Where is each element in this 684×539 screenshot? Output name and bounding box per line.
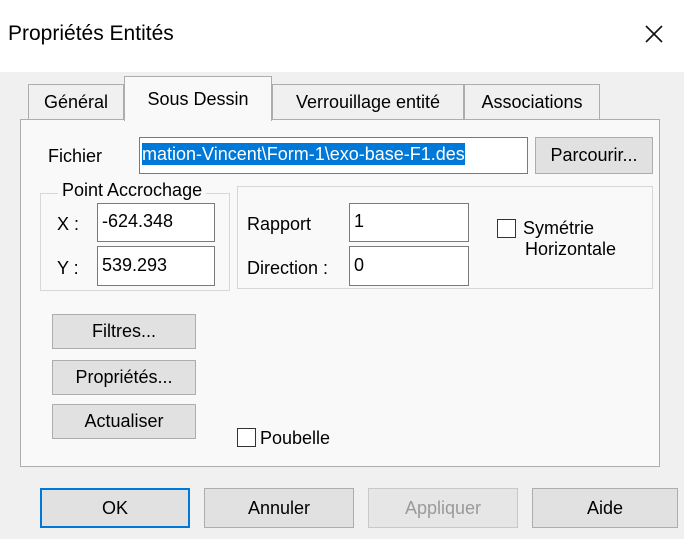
tab-sous-dessin[interactable]: Sous Dessin — [124, 76, 272, 121]
direction-label: Direction : — [247, 258, 329, 278]
tab-verrouillage-entite[interactable]: Verrouillage entité — [272, 84, 464, 120]
ratio-input[interactable]: 1 — [349, 203, 469, 242]
refresh-button[interactable]: Actualiser — [52, 404, 196, 439]
symmetry-checkbox[interactable] — [497, 219, 516, 238]
file-path-selected-text: mation-Vincent\Form-1\exo-base-F1.des — [142, 143, 465, 165]
symmetry-label-line1: Symétrie — [523, 218, 595, 238]
direction-input[interactable]: 0 — [349, 246, 469, 286]
close-icon — [645, 25, 663, 43]
symmetry-label-line2: Horizontale — [525, 239, 617, 259]
trash-label: Poubelle — [260, 428, 331, 448]
window-title: Propriétés Entités — [8, 22, 174, 45]
tab-general[interactable]: Général — [28, 84, 124, 120]
cancel-button[interactable]: Annuler — [204, 488, 354, 528]
tab-associations[interactable]: Associations — [464, 84, 600, 120]
browse-button[interactable]: Parcourir... — [535, 137, 653, 174]
y-input[interactable]: 539.293 — [97, 246, 215, 286]
ratio-label: Rapport — [247, 214, 312, 234]
apply-button[interactable]: Appliquer — [368, 488, 518, 528]
anchor-point-legend: Point Accrochage — [58, 180, 207, 201]
close-button[interactable] — [632, 12, 676, 56]
file-path-input[interactable]: mation-Vincent\Form-1\exo-base-F1.des — [139, 137, 528, 174]
x-input[interactable]: -624.348 — [97, 203, 215, 242]
ok-button[interactable]: OK — [40, 488, 190, 528]
file-label: Fichier — [48, 146, 103, 166]
properties-button[interactable]: Propriétés... — [52, 360, 196, 395]
y-label: Y : — [57, 258, 79, 278]
trash-checkbox[interactable] — [237, 428, 256, 447]
x-label: X : — [57, 214, 80, 234]
help-button[interactable]: Aide — [532, 488, 678, 528]
filters-button[interactable]: Filtres... — [52, 314, 196, 349]
